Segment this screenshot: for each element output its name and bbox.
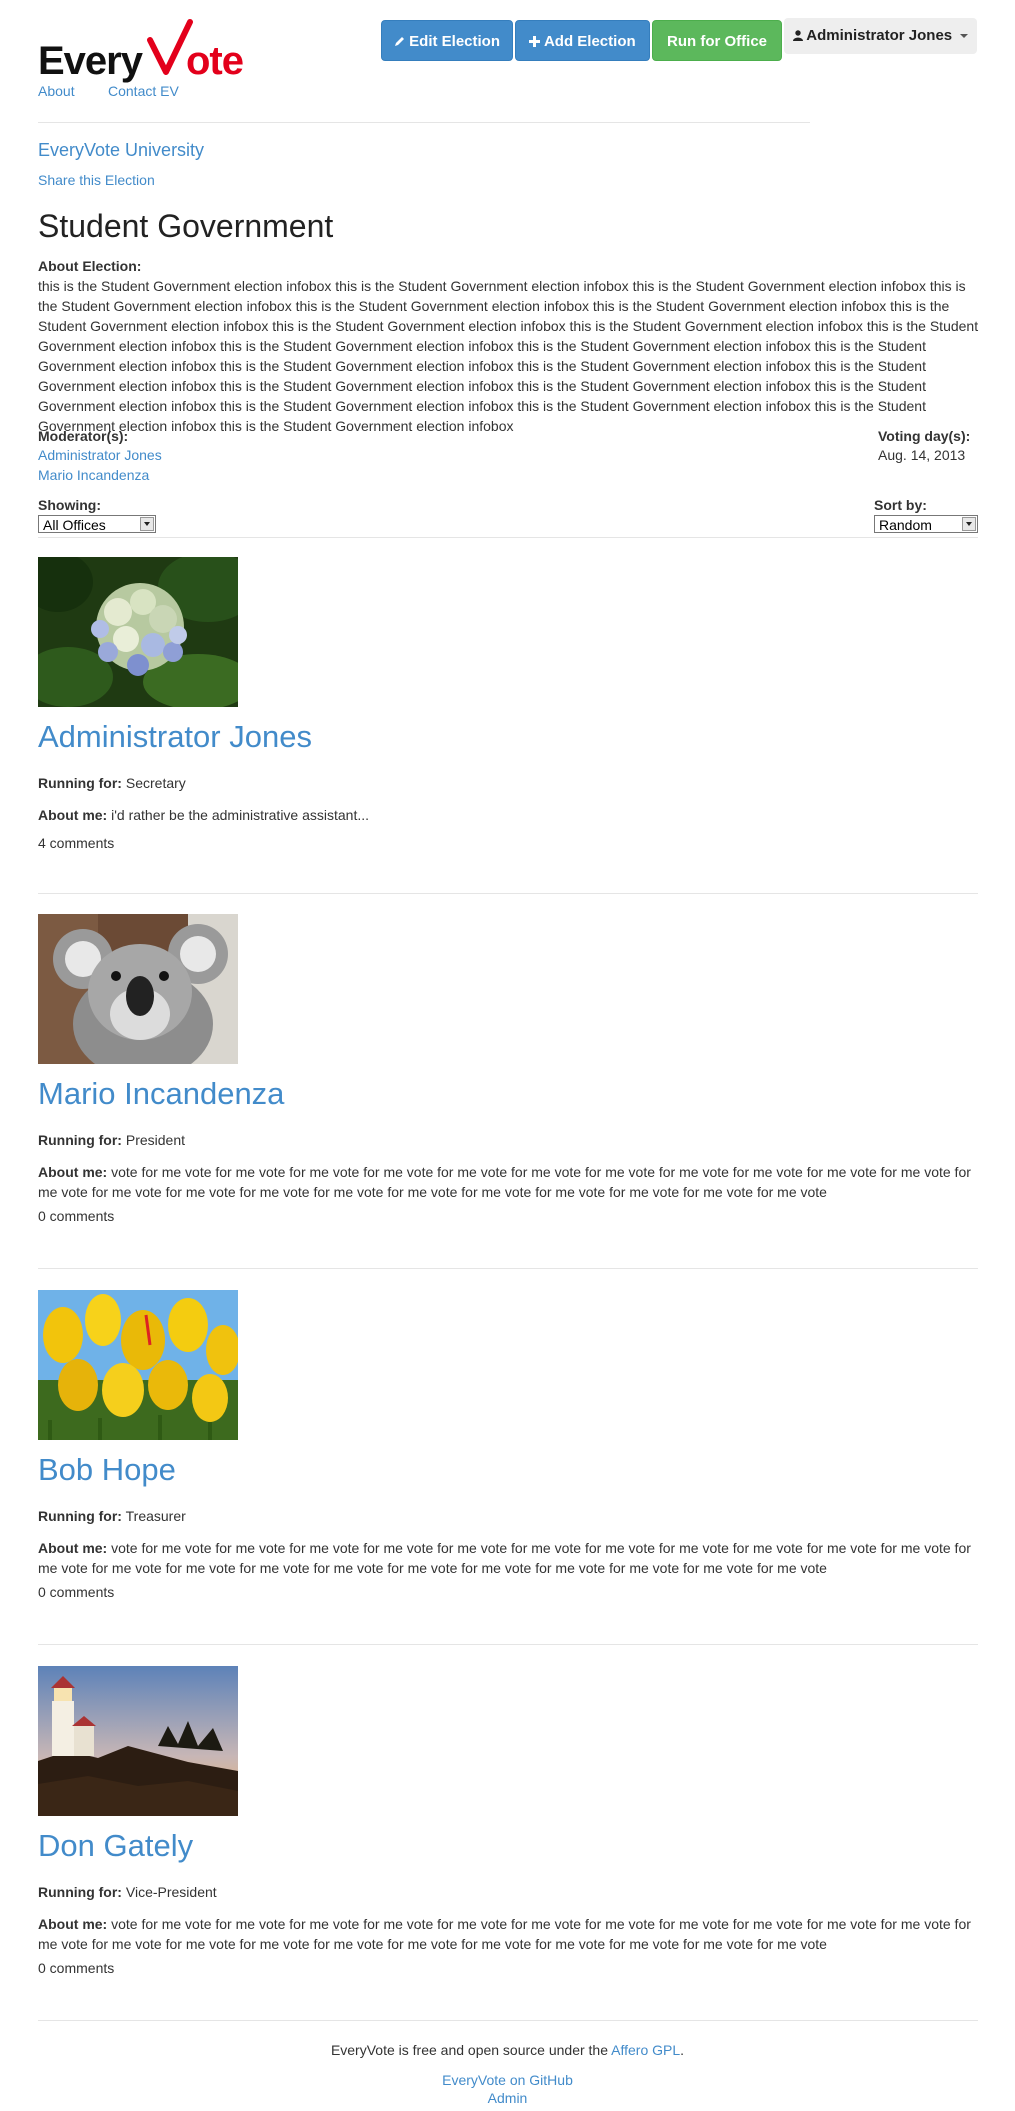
user-name: Administrator Jones <box>806 27 953 44</box>
about-election-text: this is the Student Government election … <box>38 278 979 434</box>
select-arrow-icon <box>962 517 976 531</box>
candidate-divider <box>38 1268 978 1269</box>
edit-election-label: Edit Election <box>409 33 500 50</box>
run-for-office-button[interactable]: Run for Office <box>652 20 782 61</box>
candidate-name-link[interactable]: Don Gately <box>38 1828 193 1864</box>
candidate-card: Administrator Jones Running for: Secreta… <box>38 557 978 857</box>
comments-link[interactable]: 4 comments <box>38 835 114 851</box>
about-me: About me: i'd rather be the administrati… <box>38 807 370 823</box>
running-for: Running for: Treasurer <box>38 1508 186 1524</box>
comments-link[interactable]: 0 comments <box>38 1960 114 1976</box>
plus-icon <box>529 33 544 50</box>
showing-select-value: All Offices <box>43 517 106 533</box>
candidate-divider <box>38 893 978 894</box>
filter-divider <box>38 537 978 538</box>
sort-select-value: Random <box>879 517 932 533</box>
admin-link[interactable]: Admin <box>0 2090 1015 2106</box>
comments-link[interactable]: 0 comments <box>38 1584 114 1600</box>
comments-link[interactable]: 0 comments <box>38 1208 114 1224</box>
candidate-card: Bob Hope Running for: Treasurer About me… <box>38 1290 978 1610</box>
organization-link[interactable]: EveryVote University <box>38 140 204 161</box>
moderator-link[interactable]: Mario Incandenza <box>38 467 149 483</box>
sort-by-select[interactable]: Random <box>874 515 978 533</box>
about-me: About me: vote for me vote for me vote f… <box>38 1164 971 1200</box>
add-election-button[interactable]: Add Election <box>515 20 650 61</box>
running-for: Running for: President <box>38 1132 186 1148</box>
koala-photo[interactable] <box>38 914 238 1064</box>
hydrangea-photo[interactable] <box>38 557 238 707</box>
footer-divider <box>38 2020 978 2021</box>
voting-days-value: Aug. 14, 2013 <box>878 447 966 463</box>
affero-gpl-link[interactable]: Affero GPL <box>611 2042 680 2058</box>
candidate-divider <box>38 1644 978 1645</box>
about-me: About me: vote for me vote for me vote f… <box>38 1916 971 1952</box>
nav-about-link[interactable]: About <box>38 83 75 99</box>
moderator-link[interactable]: Administrator Jones <box>38 447 162 463</box>
nav-contact-link[interactable]: Contact EV <box>108 83 179 99</box>
user-menu-dropdown[interactable]: Administrator Jones <box>784 18 977 54</box>
add-election-label: Add Election <box>543 33 636 50</box>
edit-election-button[interactable]: Edit Election <box>381 20 513 61</box>
candidate-name-link[interactable]: Mario Incandenza <box>38 1076 284 1112</box>
running-for: Running for: Vice-President <box>38 1884 217 1900</box>
footer-license-text: EveryVote is free and open source under … <box>330 2042 685 2058</box>
sort-by-label: Sort by: <box>874 497 927 513</box>
candidate-card: Mario Incandenza Running for: President … <box>38 914 978 1234</box>
svg-text:ote: ote <box>186 39 243 83</box>
candidate-card: Don Gately Running for: Vice-President A… <box>38 1666 978 1986</box>
candidate-name-link[interactable]: Administrator Jones <box>38 719 312 755</box>
showing-label: Showing: <box>38 497 101 513</box>
select-arrow-icon <box>140 517 154 531</box>
share-election-link[interactable]: Share this Election <box>38 172 155 188</box>
header-divider <box>38 122 810 123</box>
election-title: Student Government <box>38 208 334 244</box>
tulips-photo[interactable] <box>38 1290 238 1440</box>
caret-down-icon <box>960 34 969 39</box>
about-me: About me: vote for me vote for me vote f… <box>38 1540 971 1576</box>
user-icon <box>792 27 807 44</box>
candidate-name-link[interactable]: Bob Hope <box>38 1452 176 1488</box>
lighthouse-photo[interactable] <box>38 1666 238 1816</box>
github-link[interactable]: EveryVote on GitHub <box>0 2072 1015 2088</box>
running-for: Running for: Secretary <box>38 775 186 791</box>
voting-days-label: Voting day(s): <box>878 428 971 444</box>
pencil-icon <box>394 33 409 50</box>
showing-select[interactable]: All Offices <box>38 515 156 533</box>
everyvote-logo[interactable]: Every ote <box>38 18 244 86</box>
moderators-label: Moderator(s): <box>38 428 129 444</box>
about-election-label: About Election: <box>38 258 142 274</box>
svg-text:Every: Every <box>38 39 144 83</box>
